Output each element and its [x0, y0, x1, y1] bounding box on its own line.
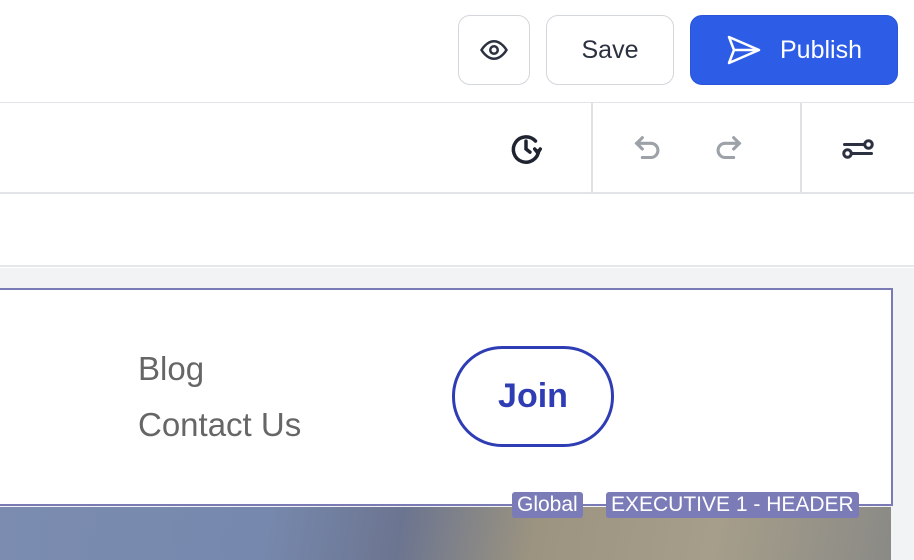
redo-icon[interactable]: [708, 129, 748, 169]
eye-icon: [480, 39, 508, 61]
join-button[interactable]: Join: [452, 346, 614, 447]
canvas-header-band: [0, 195, 914, 267]
save-label: Save: [581, 35, 639, 64]
section-name-tag: EXECUTIVE 1 - HEADER: [606, 492, 859, 518]
header-section[interactable]: [0, 288, 893, 506]
history-icon[interactable]: [506, 129, 546, 169]
top-bar: Save Publish: [0, 0, 914, 103]
publish-label: Publish: [780, 35, 862, 64]
editor-toolbar: [0, 103, 914, 194]
undo-icon[interactable]: [628, 129, 668, 169]
global-tag: Global: [512, 492, 583, 518]
toolbar-divider: [591, 103, 593, 193]
preview-button[interactable]: [458, 15, 530, 85]
nav-link-blog[interactable]: Blog: [138, 350, 204, 388]
save-button[interactable]: Save: [546, 15, 674, 85]
send-icon: [727, 35, 761, 65]
settings-sliders-icon[interactable]: [838, 129, 878, 169]
toolbar-divider: [800, 103, 802, 193]
nav-link-contact-us[interactable]: Contact Us: [138, 406, 301, 444]
publish-button[interactable]: Publish: [690, 15, 898, 85]
